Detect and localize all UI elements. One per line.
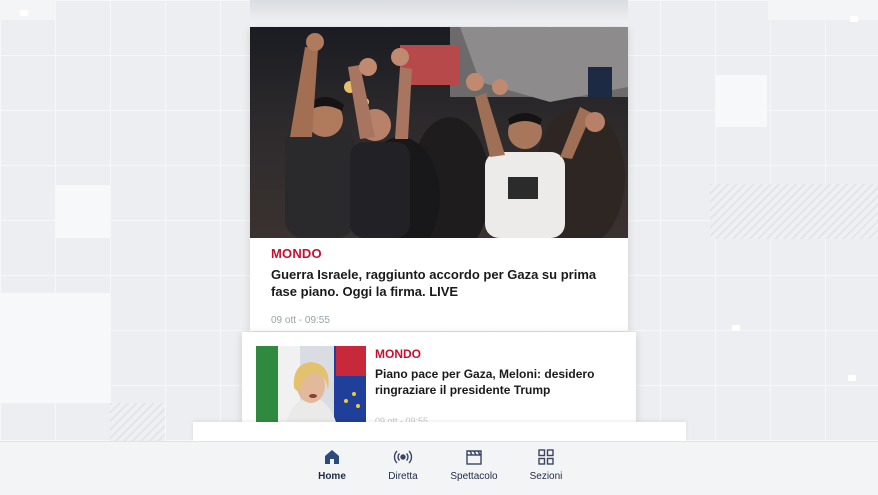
previous-card-edge[interactable]: [250, 0, 628, 26]
background-tile: [710, 184, 878, 239]
bottom-navigation: Home Diretta Spettacolo Sezioni: [0, 441, 878, 495]
clapperboard-icon: [439, 447, 509, 467]
nav-item-home[interactable]: Home: [297, 447, 367, 482]
story-headline[interactable]: Guerra Israele, raggiunto accordo per Ga…: [271, 266, 611, 300]
nav-item-spettacolo[interactable]: Spettacolo: [439, 447, 509, 482]
grid-icon: [511, 447, 581, 467]
nav-label: Diretta: [388, 471, 418, 482]
story-timestamp: 09 ott - 09:55: [271, 315, 330, 326]
background-dot: [732, 325, 740, 331]
next-card-edge[interactable]: [193, 422, 686, 442]
nav-item-diretta[interactable]: Diretta: [368, 447, 438, 482]
background-tile: [768, 0, 878, 20]
nav-label: Home: [318, 471, 346, 482]
background-tile: [715, 75, 767, 127]
background-dot: [20, 10, 28, 16]
nav-label: Spettacolo: [450, 471, 498, 482]
second-story-photo: [256, 346, 366, 422]
home-icon: [297, 447, 367, 467]
story-section-label: MONDO: [271, 246, 322, 261]
story-section-label: MONDO: [375, 347, 421, 361]
main-story-photo: [250, 27, 628, 238]
story-headline[interactable]: Piano pace per Gaza, Meloni: desidero ri…: [375, 366, 620, 398]
background-tile: [110, 403, 165, 441]
background-tile: [0, 293, 110, 403]
nav-label: Sezioni: [529, 471, 563, 482]
background-dot: [850, 16, 858, 22]
live-broadcast-icon: [368, 447, 438, 467]
second-story-card[interactable]: MONDO Piano pace per Gaza, Meloni: desid…: [242, 332, 636, 426]
nav-item-sezioni[interactable]: Sezioni: [511, 447, 581, 482]
background-tile: [55, 185, 110, 238]
background-dot: [848, 375, 856, 381]
main-story-card[interactable]: MONDO Guerra Israele, raggiunto accordo …: [250, 27, 628, 331]
